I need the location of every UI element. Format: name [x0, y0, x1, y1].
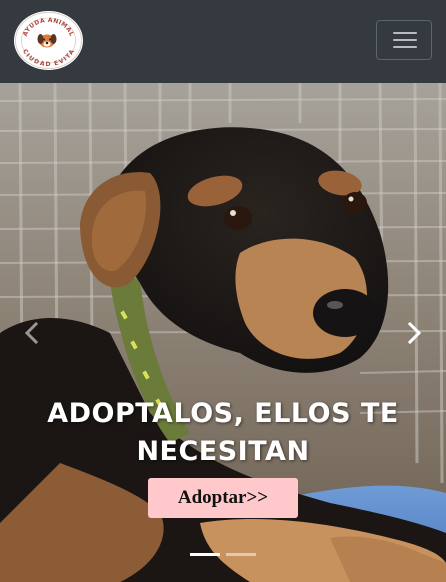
navbar-toggler-button[interactable]: [376, 20, 432, 60]
chevron-left-icon: [24, 322, 39, 344]
hero-carousel: ADOPTALOS, ELLOS TE NECESITAN Adoptar>>: [0, 83, 446, 582]
hamburger-bar: [393, 46, 417, 48]
carousel-indicator-2[interactable]: [226, 553, 256, 556]
chevron-right-icon: [407, 322, 422, 344]
carousel-next-button[interactable]: [394, 315, 434, 351]
carousel-indicators: [190, 553, 256, 556]
brand-logo[interactable]: AYUDA ANIMAL CIUDAD EVITA: [14, 11, 83, 70]
dog-face-icon: AYUDA ANIMAL CIUDAD EVITA: [15, 12, 82, 69]
hamburger-menu-icon: [393, 32, 417, 34]
carousel-prev-button[interactable]: [12, 315, 52, 351]
hamburger-bar: [393, 39, 417, 41]
carousel-indicator-1[interactable]: [190, 553, 220, 556]
adopt-button[interactable]: Adoptar>>: [148, 478, 298, 518]
slide-caption: ADOPTALOS, ELLOS TE NECESITAN: [47, 398, 399, 467]
navbar: AYUDA ANIMAL CIUDAD EVITA: [0, 0, 446, 83]
